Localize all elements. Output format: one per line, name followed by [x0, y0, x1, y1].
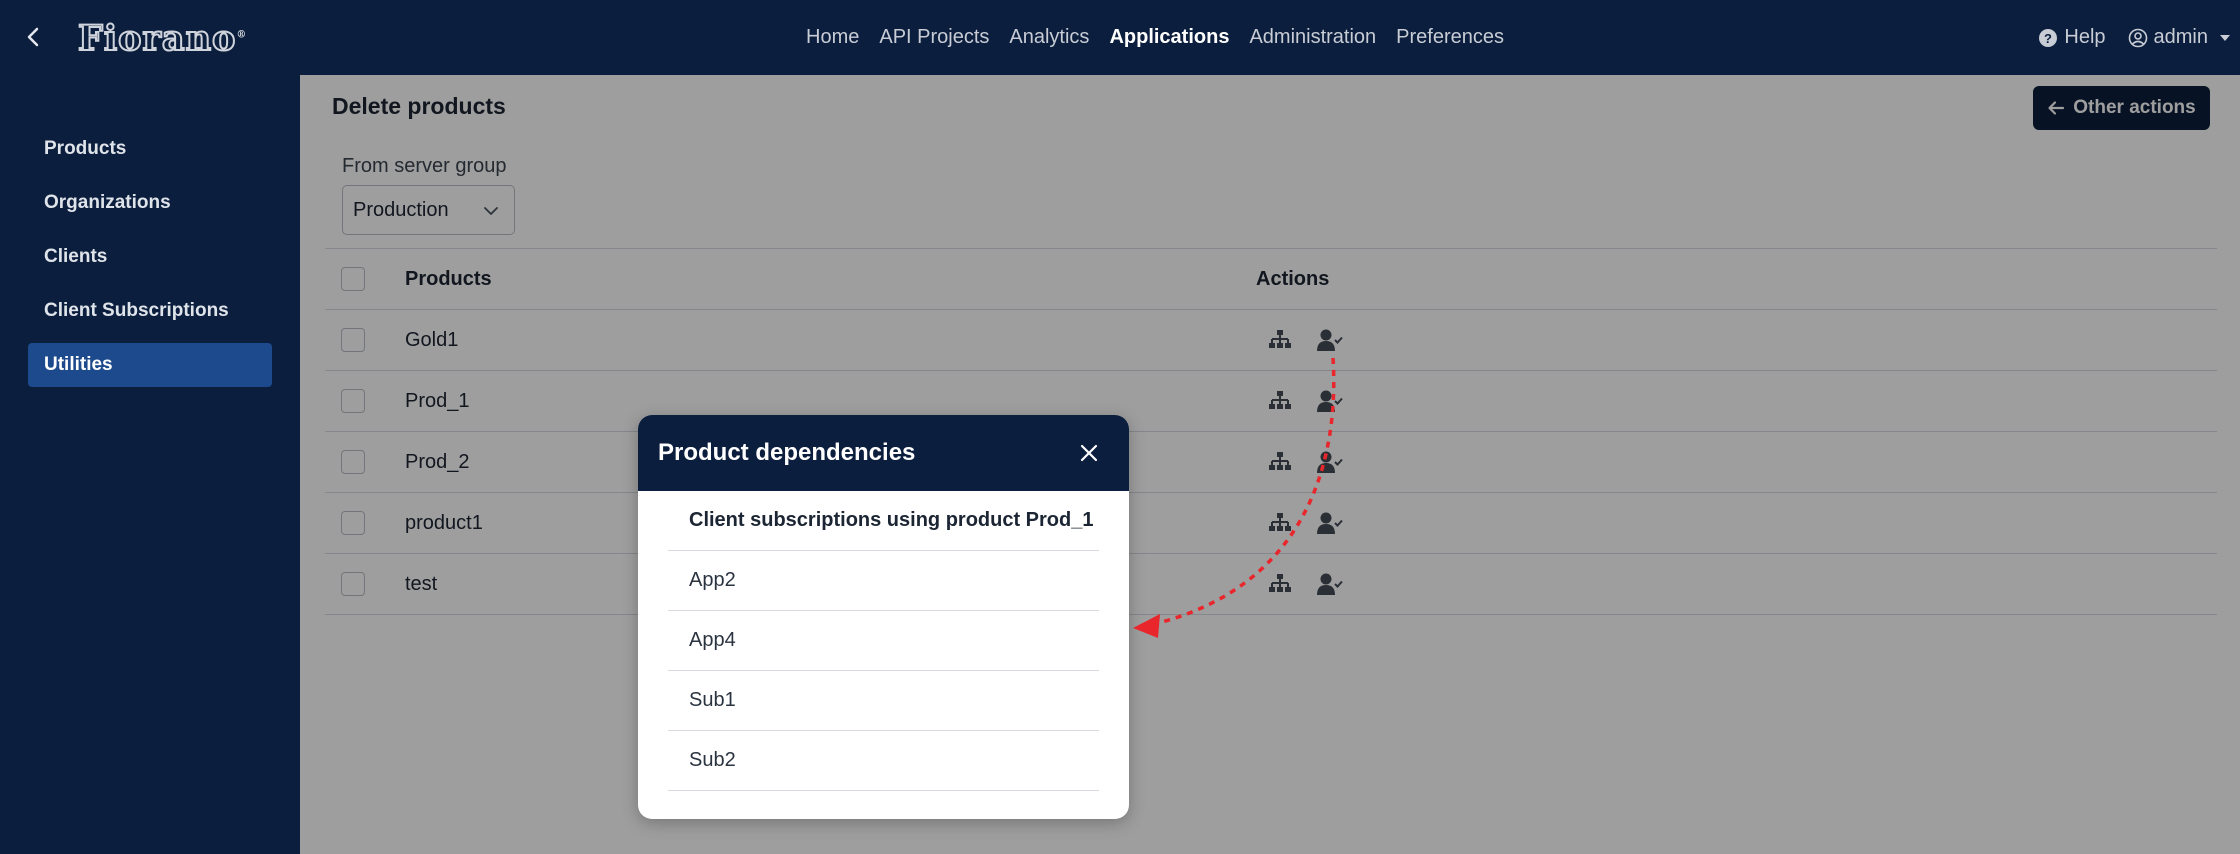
- main-nav: Home API Projects Analytics Applications…: [806, 0, 1504, 75]
- caret-down-icon: [2220, 34, 2230, 41]
- help-icon: ?: [2039, 28, 2058, 47]
- back-arrow-icon[interactable]: [18, 22, 48, 52]
- fiorano-logo[interactable]: Fiorano®: [77, 17, 247, 60]
- product-dependencies-modal: Product dependencies Client subscription…: [638, 415, 1129, 819]
- list-item: Sub2: [668, 731, 1099, 791]
- modal-backdrop[interactable]: [300, 75, 2240, 854]
- sidebar: Products Organizations Clients Client Su…: [0, 75, 300, 854]
- modal-title: Product dependencies: [658, 439, 916, 466]
- sidebar-item-client-subscriptions[interactable]: Client Subscriptions: [28, 289, 272, 333]
- list-item: App2: [668, 551, 1099, 611]
- sidebar-item-utilities[interactable]: Utilities: [28, 343, 272, 387]
- nav-analytics[interactable]: Analytics: [1009, 26, 1089, 49]
- list-item: Sub1: [668, 671, 1099, 731]
- dependencies-list: Client subscriptions using product Prod_…: [668, 491, 1099, 791]
- sidebar-item-products[interactable]: Products: [28, 127, 272, 171]
- sidebar-item-clients[interactable]: Clients: [28, 235, 272, 279]
- user-label: admin: [2153, 26, 2208, 48]
- user-menu[interactable]: admin: [2128, 26, 2230, 49]
- nav-administration[interactable]: Administration: [1249, 26, 1376, 49]
- nav-applications[interactable]: Applications: [1109, 26, 1229, 49]
- list-item: App4: [668, 611, 1099, 671]
- nav-preferences[interactable]: Preferences: [1396, 26, 1504, 49]
- list-header: Client subscriptions using product Prod_…: [668, 491, 1099, 551]
- nav-home[interactable]: Home: [806, 26, 859, 49]
- user-nav: ? Help admin: [2038, 0, 2230, 75]
- help-link[interactable]: ? Help: [2038, 26, 2106, 49]
- modal-header: Product dependencies: [638, 415, 1129, 491]
- user-circle-icon: [2128, 28, 2147, 47]
- close-icon[interactable]: [1077, 441, 1101, 465]
- svg-text:?: ?: [2044, 31, 2052, 46]
- top-navbar: Fiorano® Home API Projects Analytics App…: [0, 0, 2240, 75]
- sidebar-item-organizations[interactable]: Organizations: [28, 181, 272, 225]
- help-label: Help: [2064, 26, 2106, 48]
- nav-api-projects[interactable]: API Projects: [879, 26, 989, 49]
